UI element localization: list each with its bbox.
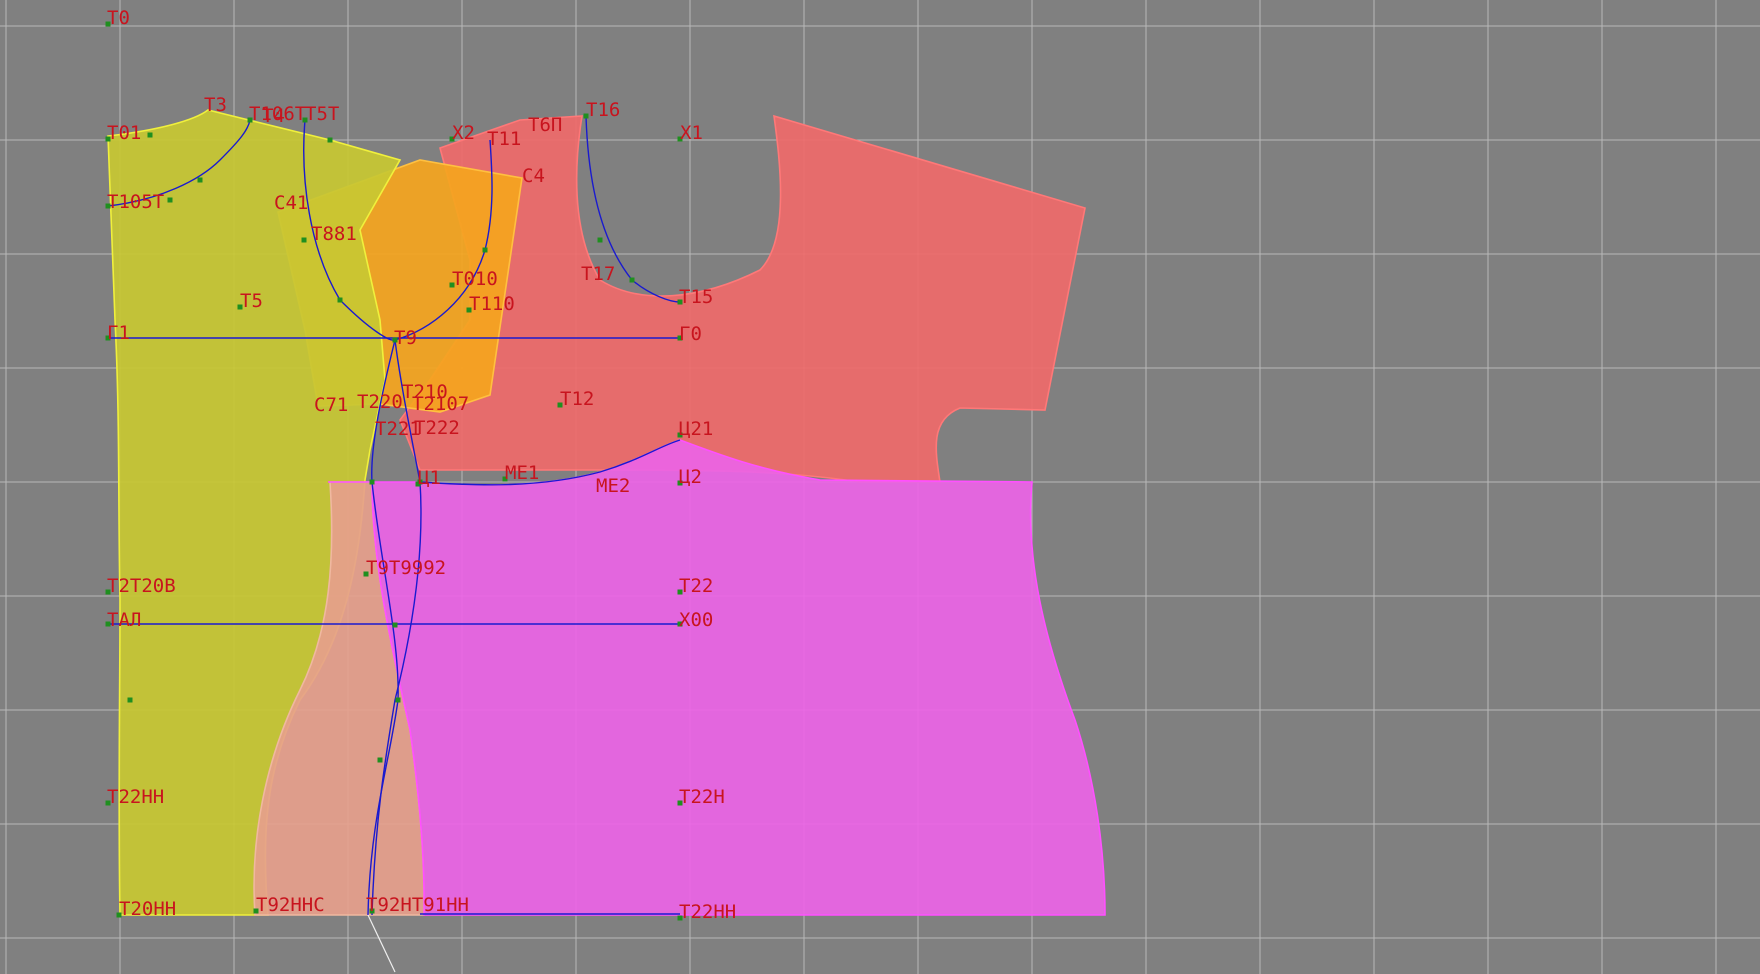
- construction-point[interactable]: [395, 697, 401, 703]
- construction-point[interactable]: [197, 177, 203, 183]
- construction-point[interactable]: [482, 247, 488, 253]
- label-t22n[interactable]: Т22Н: [679, 786, 725, 808]
- construction-point[interactable]: [127, 697, 133, 703]
- construction-point[interactable]: [301, 237, 307, 243]
- label-t22ln[interactable]: Т22НН: [107, 786, 164, 808]
- label-t17[interactable]: Т17: [581, 263, 615, 285]
- construction-point[interactable]: [327, 137, 333, 143]
- construction-point[interactable]: [392, 622, 398, 628]
- label-t6p[interactable]: Т6П: [528, 114, 562, 136]
- label-t92nt91nn[interactable]: Т92НТ91НН: [366, 894, 469, 916]
- construction-point[interactable]: [369, 479, 375, 485]
- construction-point[interactable]: [597, 237, 603, 243]
- pattern-drawing-canvas[interactable]: Т0 Т01 Т3 Т106Т Т4 Т5Т Х2 Т11 Т6П Т16 Х1…: [0, 0, 1760, 974]
- label-t16[interactable]: Т16: [586, 99, 620, 121]
- label-t92nnc[interactable]: Т92ННС: [256, 894, 325, 916]
- label-t0[interactable]: Т0: [107, 7, 130, 29]
- label-t110[interactable]: Т110: [469, 293, 515, 315]
- label-c4[interactable]: С4: [522, 165, 545, 187]
- label-t010[interactable]: Т010: [452, 268, 498, 290]
- label-t11[interactable]: Т11: [487, 128, 521, 150]
- label-t9[interactable]: Т9: [394, 327, 417, 349]
- label-t91t992[interactable]: Т9Т9992: [366, 557, 446, 579]
- construction-point[interactable]: [337, 297, 343, 303]
- label-t4[interactable]: Т4: [262, 105, 285, 127]
- construction-point[interactable]: [377, 757, 383, 763]
- construction-point[interactable]: [147, 132, 153, 138]
- label-x00[interactable]: Х00: [679, 609, 713, 631]
- label-t15[interactable]: Т15: [679, 286, 713, 308]
- label-t22[interactable]: Т22: [679, 575, 713, 597]
- label-g1[interactable]: Г1: [107, 322, 130, 344]
- construction-line-tail: [367, 914, 396, 973]
- label-t210[interactable]: Т210: [402, 381, 448, 403]
- label-t5t[interactable]: Т5Т: [305, 103, 339, 125]
- construction-point[interactable]: [629, 277, 635, 283]
- label-t12[interactable]: Т12: [560, 388, 594, 410]
- label-g0[interactable]: Г0: [679, 323, 702, 345]
- label-t22nn[interactable]: Т22НН: [679, 901, 736, 923]
- label-t220[interactable]: Т220: [357, 391, 403, 413]
- label-u21[interactable]: Ц21: [679, 418, 713, 440]
- label-t01[interactable]: Т01: [107, 122, 141, 144]
- label-u1[interactable]: Ц1: [418, 467, 441, 489]
- pattern-pieces: [107, 109, 1106, 916]
- label-c41[interactable]: С41: [274, 192, 308, 214]
- label-x2[interactable]: Х2: [452, 122, 475, 144]
- label-c71[interactable]: С71: [314, 394, 348, 416]
- piece-magenta-skirt[interactable]: [328, 439, 1106, 916]
- label-t222[interactable]: Т222: [414, 417, 460, 439]
- label-t3[interactable]: Т3: [204, 94, 227, 116]
- label-me1[interactable]: МЕ1: [505, 462, 539, 484]
- label-t2t20v[interactable]: Т2Т20В: [107, 575, 176, 597]
- construction-point[interactable]: [167, 197, 173, 203]
- label-t105t[interactable]: Т105Т: [107, 191, 164, 213]
- label-tal[interactable]: ТАЛ: [107, 609, 141, 631]
- label-t881[interactable]: Т881: [311, 223, 357, 245]
- label-me2[interactable]: МЕ2: [596, 475, 630, 497]
- label-t20nn[interactable]: Т20НН: [119, 898, 176, 920]
- label-x1[interactable]: Х1: [680, 122, 703, 144]
- label-t5[interactable]: Т5: [240, 290, 263, 312]
- label-u2[interactable]: Ц2: [679, 466, 702, 488]
